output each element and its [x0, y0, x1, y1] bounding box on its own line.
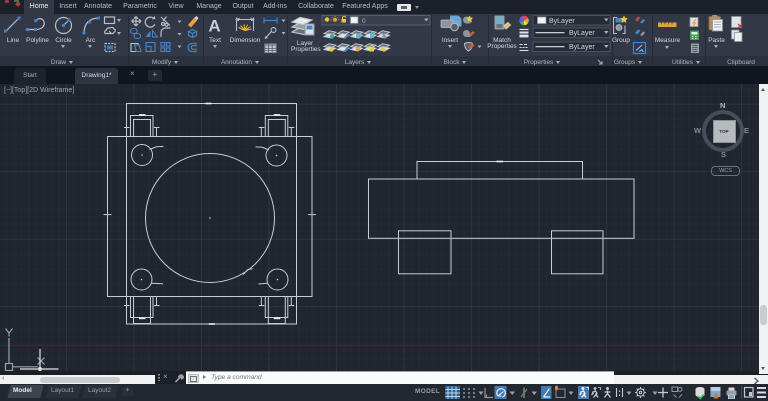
svg-text:A: A — [208, 17, 220, 36]
svg-text:0: 0 — [362, 18, 366, 25]
